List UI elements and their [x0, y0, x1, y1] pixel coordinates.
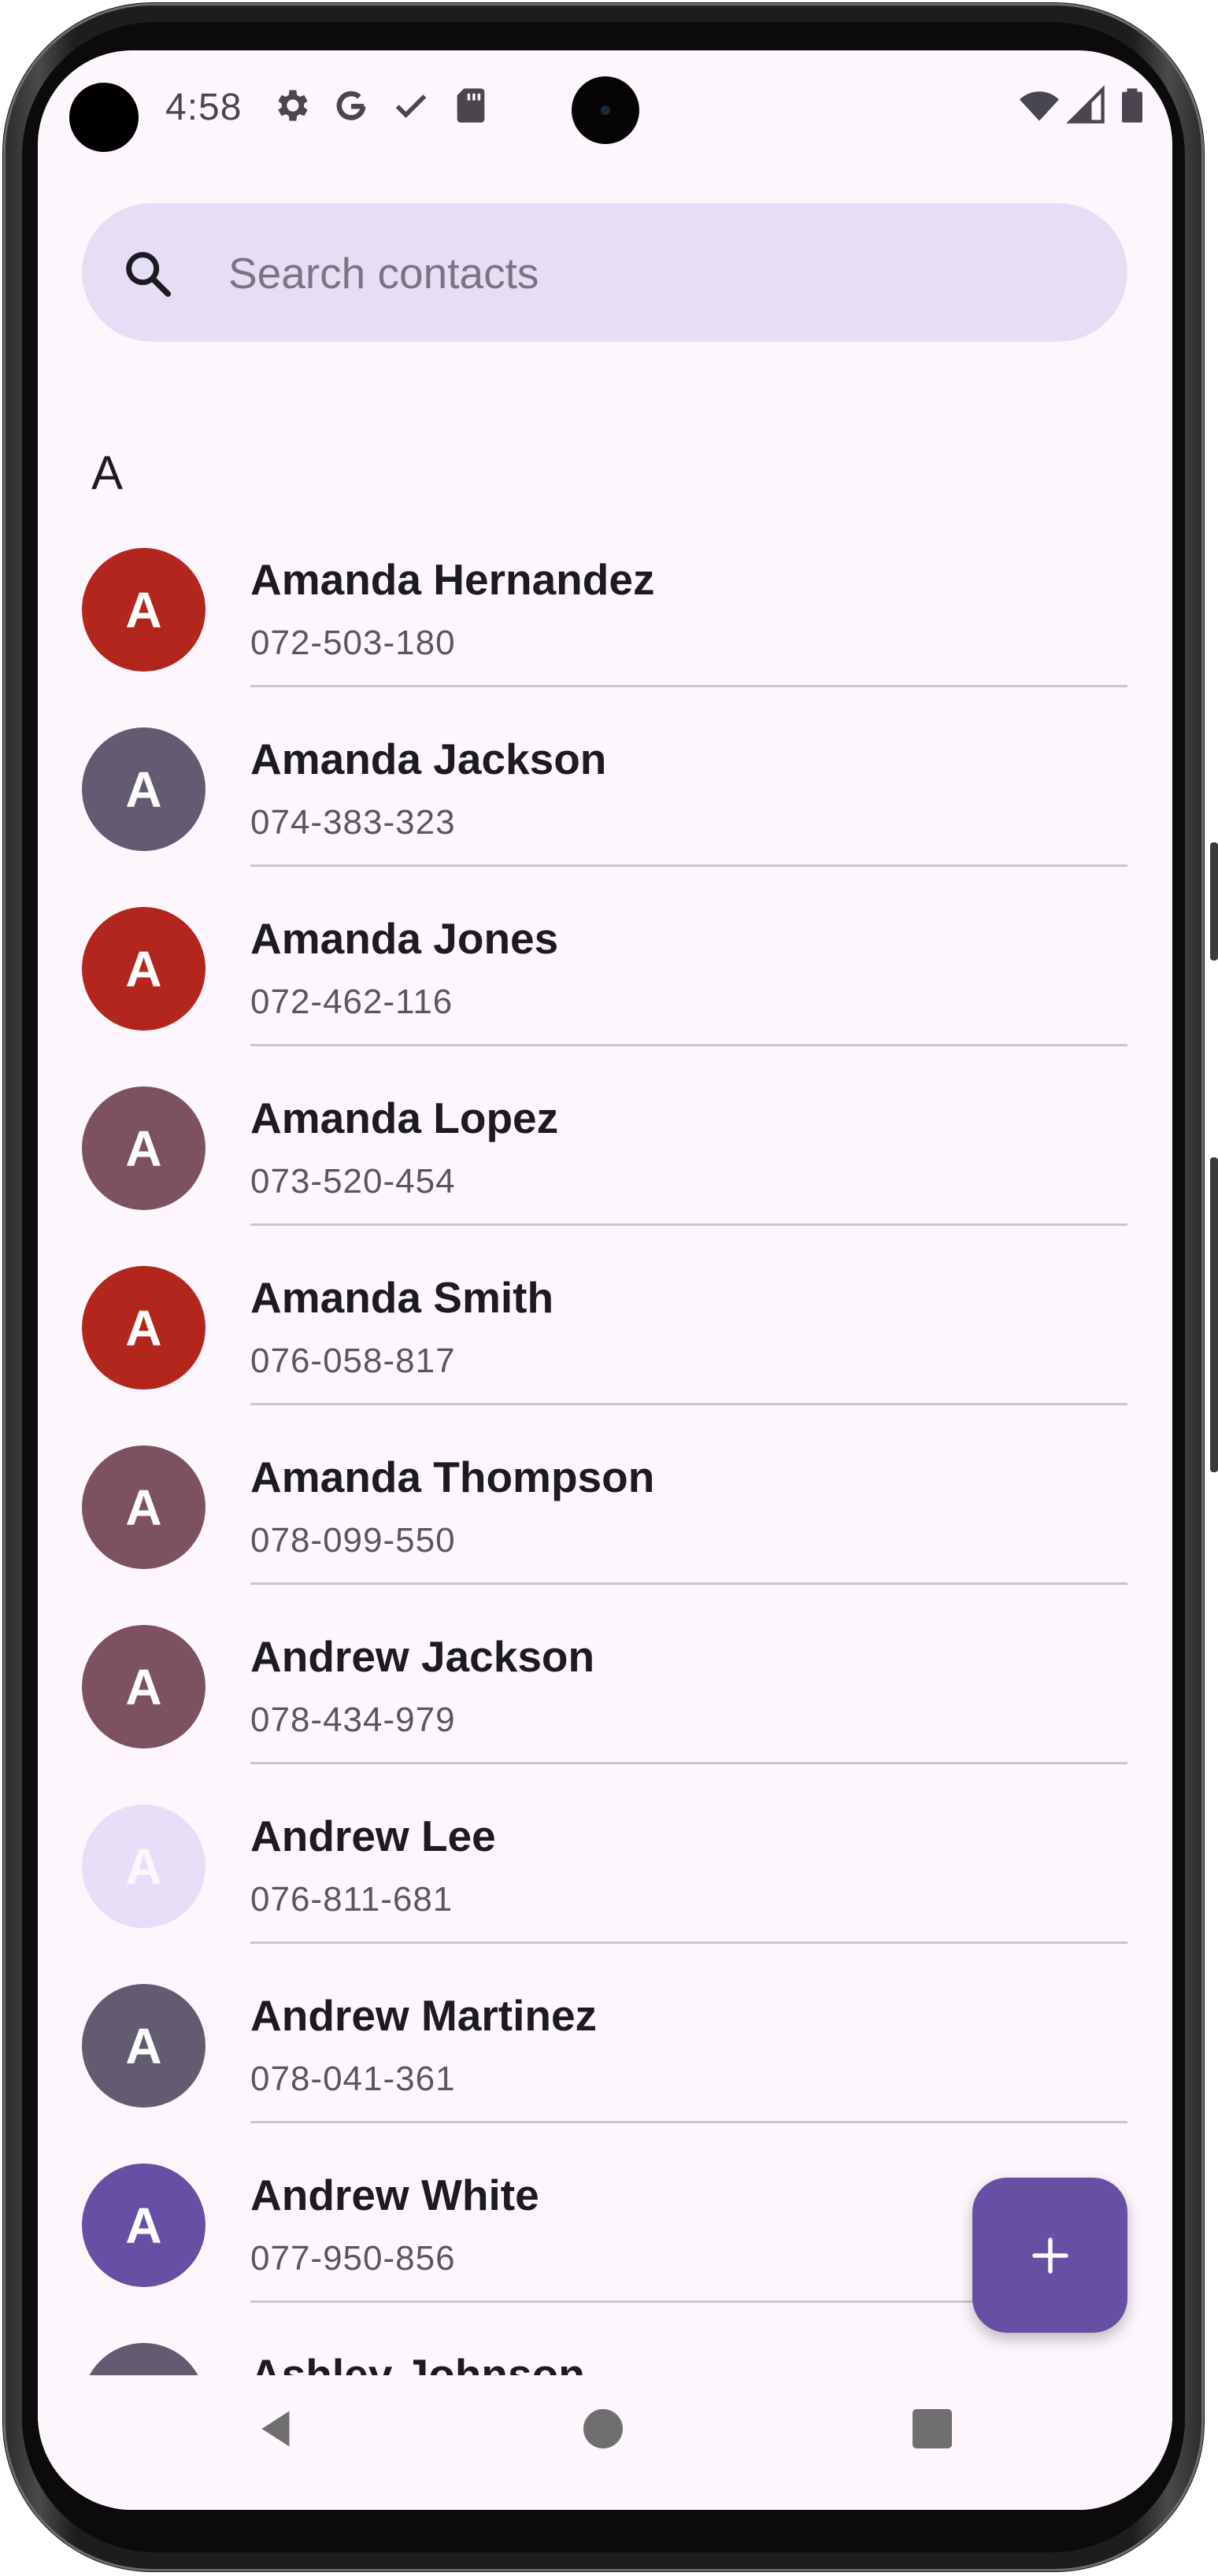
section-header-letter: A	[91, 446, 124, 499]
phone-device: 4:58 Search contacts A A Amanda Hernande…	[0, 0, 1218, 2576]
contact-phone: 078-434-979	[250, 1701, 456, 1739]
contact-avatar: A	[82, 1984, 205, 2108]
wifi-icon	[1020, 91, 1059, 121]
volume-button	[1210, 842, 1218, 960]
contact-phone: 078-041-361	[250, 2060, 456, 2098]
divider	[250, 1044, 1127, 1046]
search-input[interactable]	[227, 235, 1096, 312]
contact-avatar: A	[82, 1625, 205, 1749]
contact-item[interactable]: A Amanda Hernandez 072-503-180	[38, 539, 1172, 718]
divider	[250, 1582, 1127, 1585]
divider	[250, 864, 1127, 867]
contact-name: Andrew Martinez	[250, 1991, 598, 2040]
cellular-signal-icon	[1066, 85, 1105, 124]
contact-avatar: A	[82, 907, 205, 1031]
recents-icon[interactable]	[909, 2405, 956, 2452]
contact-item[interactable]: A Amanda Lopez 073-520-454	[38, 1077, 1172, 1257]
status-time: 4:58	[165, 87, 242, 128]
contact-item[interactable]: A Andrew Martinez 078-041-361	[38, 1975, 1172, 2154]
contact-avatar: A	[82, 1445, 205, 1569]
status-bar: 4:58	[38, 50, 1172, 161]
divider	[250, 2121, 1127, 2123]
contact-name: Andrew Lee	[250, 1812, 496, 1860]
contact-name: Amanda Smith	[250, 1273, 554, 1322]
contact-name: Amanda Thompson	[250, 1453, 655, 1501]
contact-phone: 076-058-817	[250, 1342, 456, 1380]
contact-avatar: A	[82, 1804, 205, 1928]
google-icon	[336, 91, 366, 120]
battery-icon	[1122, 88, 1142, 123]
divider	[250, 1403, 1127, 1405]
contact-name: Amanda Lopez	[250, 1094, 559, 1142]
contact-phone: 076-811-681	[250, 1880, 454, 1919]
check-icon	[395, 94, 427, 118]
settings-icon	[278, 90, 308, 121]
contact-name: Andrew Jackson	[250, 1632, 595, 1681]
navigation-bar	[38, 2375, 1172, 2510]
contact-phone: 078-099-550	[250, 1521, 456, 1560]
contact-avatar: A	[82, 727, 205, 851]
contact-item[interactable]: A Amanda Thompson 078-099-550	[38, 1436, 1172, 1616]
status-indicator-dot	[69, 83, 139, 152]
contact-item[interactable]: A Amanda Jones 072-462-116	[38, 898, 1172, 1077]
contact-item[interactable]: A Amanda Smith 076-058-817	[38, 1257, 1172, 1436]
contact-phone: 077-950-856	[250, 2239, 456, 2278]
contact-name: Amanda Jones	[250, 914, 559, 963]
contact-phone: 073-520-454	[250, 1162, 456, 1201]
contact-avatar: A	[82, 1086, 205, 1210]
app-screen: 4:58 Search contacts A A Amanda Hernande…	[38, 50, 1172, 2510]
back-icon[interactable]	[252, 2405, 299, 2452]
search-icon[interactable]	[120, 246, 175, 301]
contact-phone: 074-383-323	[250, 803, 456, 842]
plus-icon	[1031, 2237, 1068, 2274]
contact-name: Amanda Hernandez	[250, 555, 655, 604]
contact-phone: 072-462-116	[250, 983, 454, 1021]
contact-name: Andrew White	[250, 2171, 539, 2219]
contact-name: Amanda Jackson	[250, 735, 607, 783]
contact-item[interactable]: A Andrew Lee 076-811-681	[38, 1795, 1172, 1975]
contact-item[interactable]: A Andrew Jackson 078-434-979	[38, 1616, 1172, 1795]
add-contact-button[interactable]	[972, 2178, 1127, 2333]
sd-card-icon	[457, 88, 485, 123]
power-button	[1210, 1157, 1218, 1472]
front-camera	[572, 76, 639, 144]
contact-item[interactable]: A Amanda Jackson 074-383-323	[38, 718, 1172, 898]
divider	[250, 1223, 1127, 1226]
contact-avatar: A	[82, 548, 205, 672]
contact-avatar: A	[82, 2163, 205, 2287]
divider	[250, 1762, 1127, 1764]
contact-phone: 072-503-180	[250, 624, 456, 662]
search-bar[interactable]	[82, 203, 1127, 342]
divider	[250, 1941, 1127, 1944]
divider	[250, 685, 1127, 687]
home-icon[interactable]	[579, 2405, 627, 2452]
contact-avatar: A	[82, 1266, 205, 1390]
